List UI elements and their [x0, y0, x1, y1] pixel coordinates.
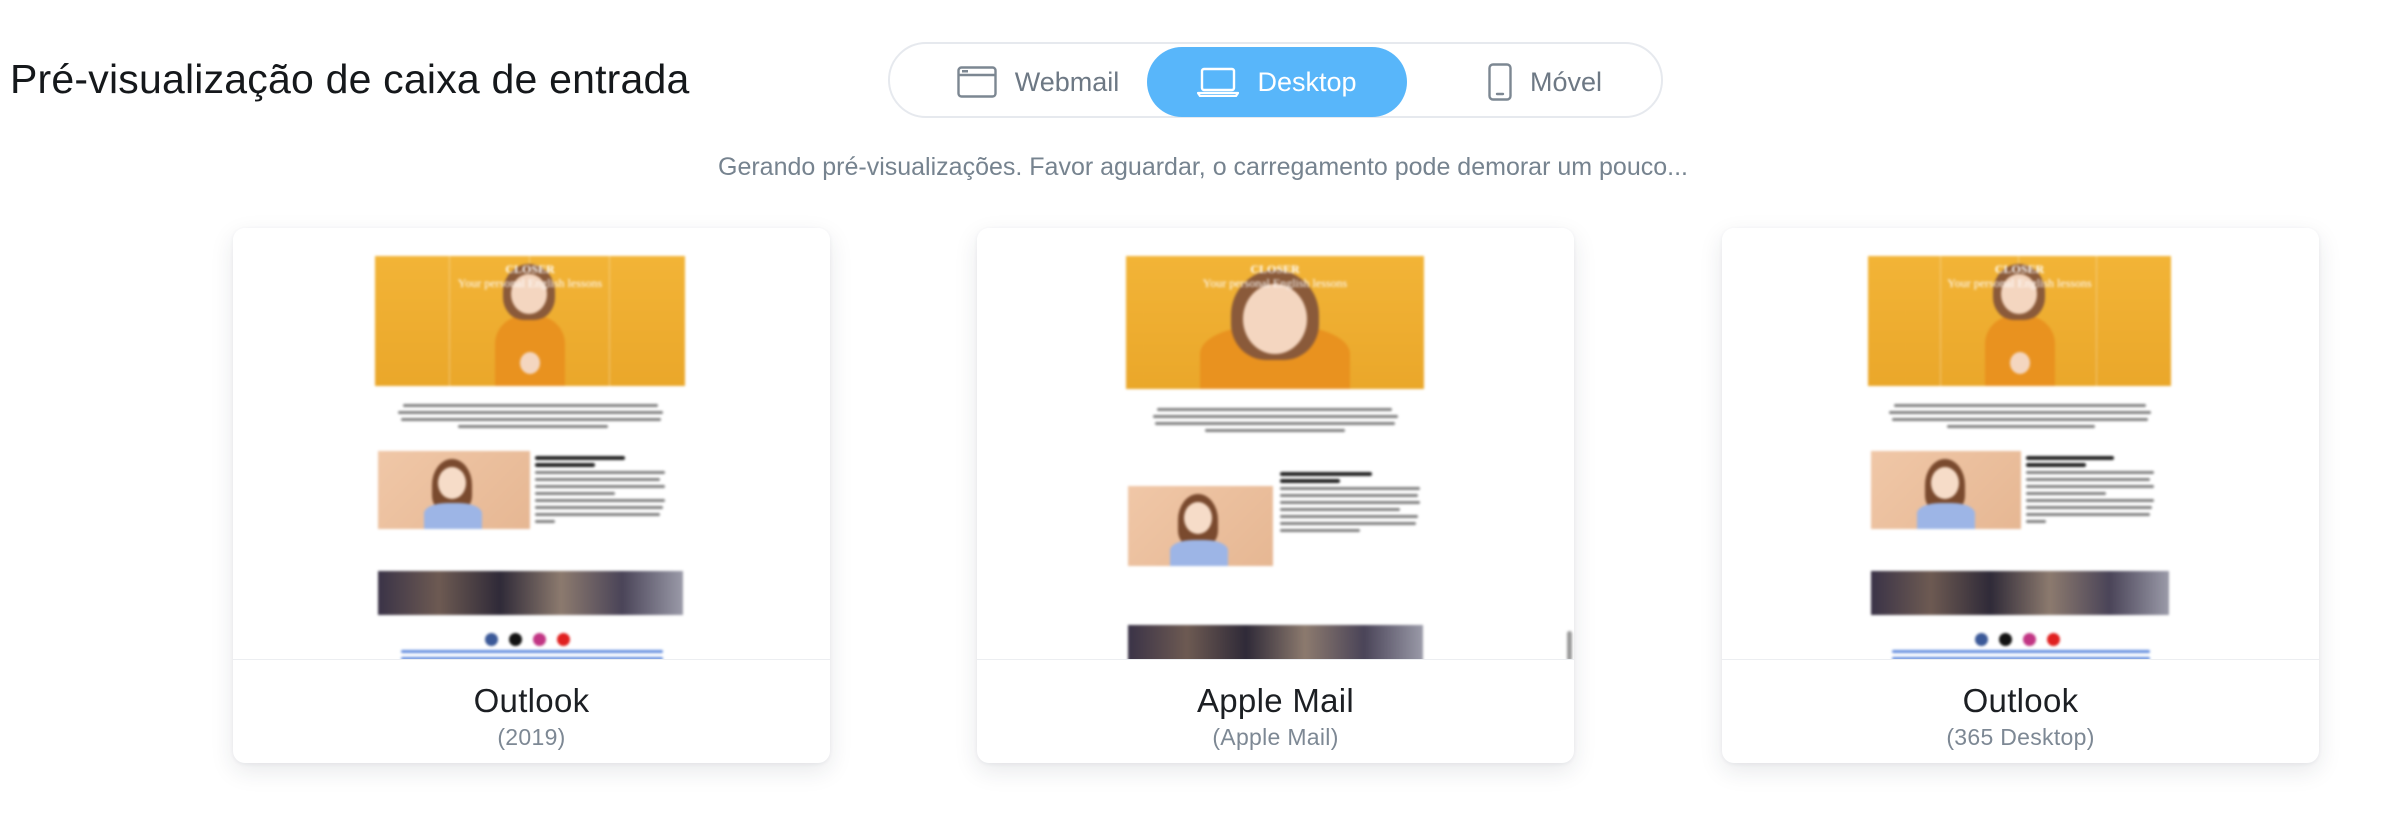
desktop-toggle-button[interactable]: Desktop [1147, 47, 1407, 117]
email-hero-title: CLOSER [505, 262, 555, 276]
webmail-label: Webmail [1014, 66, 1120, 97]
email-client-version: (2019) [497, 724, 566, 750]
desktop-label: Desktop [1257, 66, 1357, 97]
instagram-icon [533, 633, 546, 646]
mobile-label: Móvel [1529, 66, 1603, 97]
preview-caption: Outlook (2019) [233, 660, 830, 763]
teacher-photo [378, 451, 530, 529]
email-hero-image: CLOSER Your personal English lessons [1126, 256, 1424, 389]
preview-card-apple-mail[interactable]: CLOSER Your personal English lessons App… [977, 228, 1574, 763]
email-client-name: Outlook [1962, 682, 2079, 719]
preview-scrollbar[interactable] [1567, 631, 1572, 659]
teacher-photo [1128, 486, 1273, 566]
laptop-icon [1197, 67, 1240, 97]
gallery-strip [1128, 625, 1423, 659]
email-client-version: (Apple Mail) [1212, 724, 1339, 750]
email-client-name: Outlook [473, 682, 590, 719]
email-hero-subtitle: Your personal English lessons [1947, 276, 2092, 290]
gallery-strip [378, 571, 683, 615]
youtube-icon [557, 633, 570, 646]
x-icon [509, 633, 522, 646]
email-hero-title: CLOSER [1250, 262, 1300, 276]
email-hero-subtitle: Your personal English lessons [1202, 276, 1348, 290]
x-icon [1999, 633, 2012, 646]
email-preview-thumbnail: CLOSER Your personal English lessons [1722, 228, 2319, 660]
browser-window-icon [957, 66, 997, 98]
preview-caption: Apple Mail (Apple Mail) [977, 660, 1574, 763]
email-client-version: (365 Desktop) [1946, 724, 2095, 750]
email-client-name: Apple Mail [1196, 682, 1355, 719]
email-hero-subtitle: Your personal English lessons [457, 276, 603, 290]
email-hero-title: CLOSER [1994, 262, 2045, 276]
email-hero-image: CLOSER Your personal English lessons [1868, 256, 2171, 386]
preview-card-outlook-2019[interactable]: CLOSER Your personal English lessons Out… [233, 228, 830, 763]
page-title: Pré-visualização de caixa de entrada [10, 56, 690, 102]
email-preview-thumbnail: CLOSER Your personal English lessons [977, 228, 1574, 660]
webmail-toggle-button[interactable]: Webmail [928, 47, 1148, 117]
instagram-icon [2023, 633, 2036, 646]
teacher-photo [1871, 451, 2021, 529]
email-preview-thumbnail: CLOSER Your personal English lessons [233, 228, 830, 660]
mobile-toggle-button[interactable]: Móvel [1455, 47, 1635, 117]
email-hero-image: CLOSER Your personal English lessons [375, 256, 685, 386]
youtube-icon [2047, 633, 2060, 646]
loading-status-message: Gerando pré-visualizações. Favor aguarda… [718, 153, 1688, 181]
view-mode-toggle: Webmail Desktop Móvel [888, 42, 1663, 118]
preview-caption: Outlook (365 Desktop) [1722, 660, 2319, 763]
gallery-strip [1871, 571, 2169, 615]
facebook-icon [485, 633, 498, 646]
facebook-icon [1975, 633, 1988, 646]
smartphone-icon [1488, 63, 1512, 101]
preview-card-outlook-365-desktop[interactable]: CLOSER Your personal English lessons Out… [1722, 228, 2319, 763]
